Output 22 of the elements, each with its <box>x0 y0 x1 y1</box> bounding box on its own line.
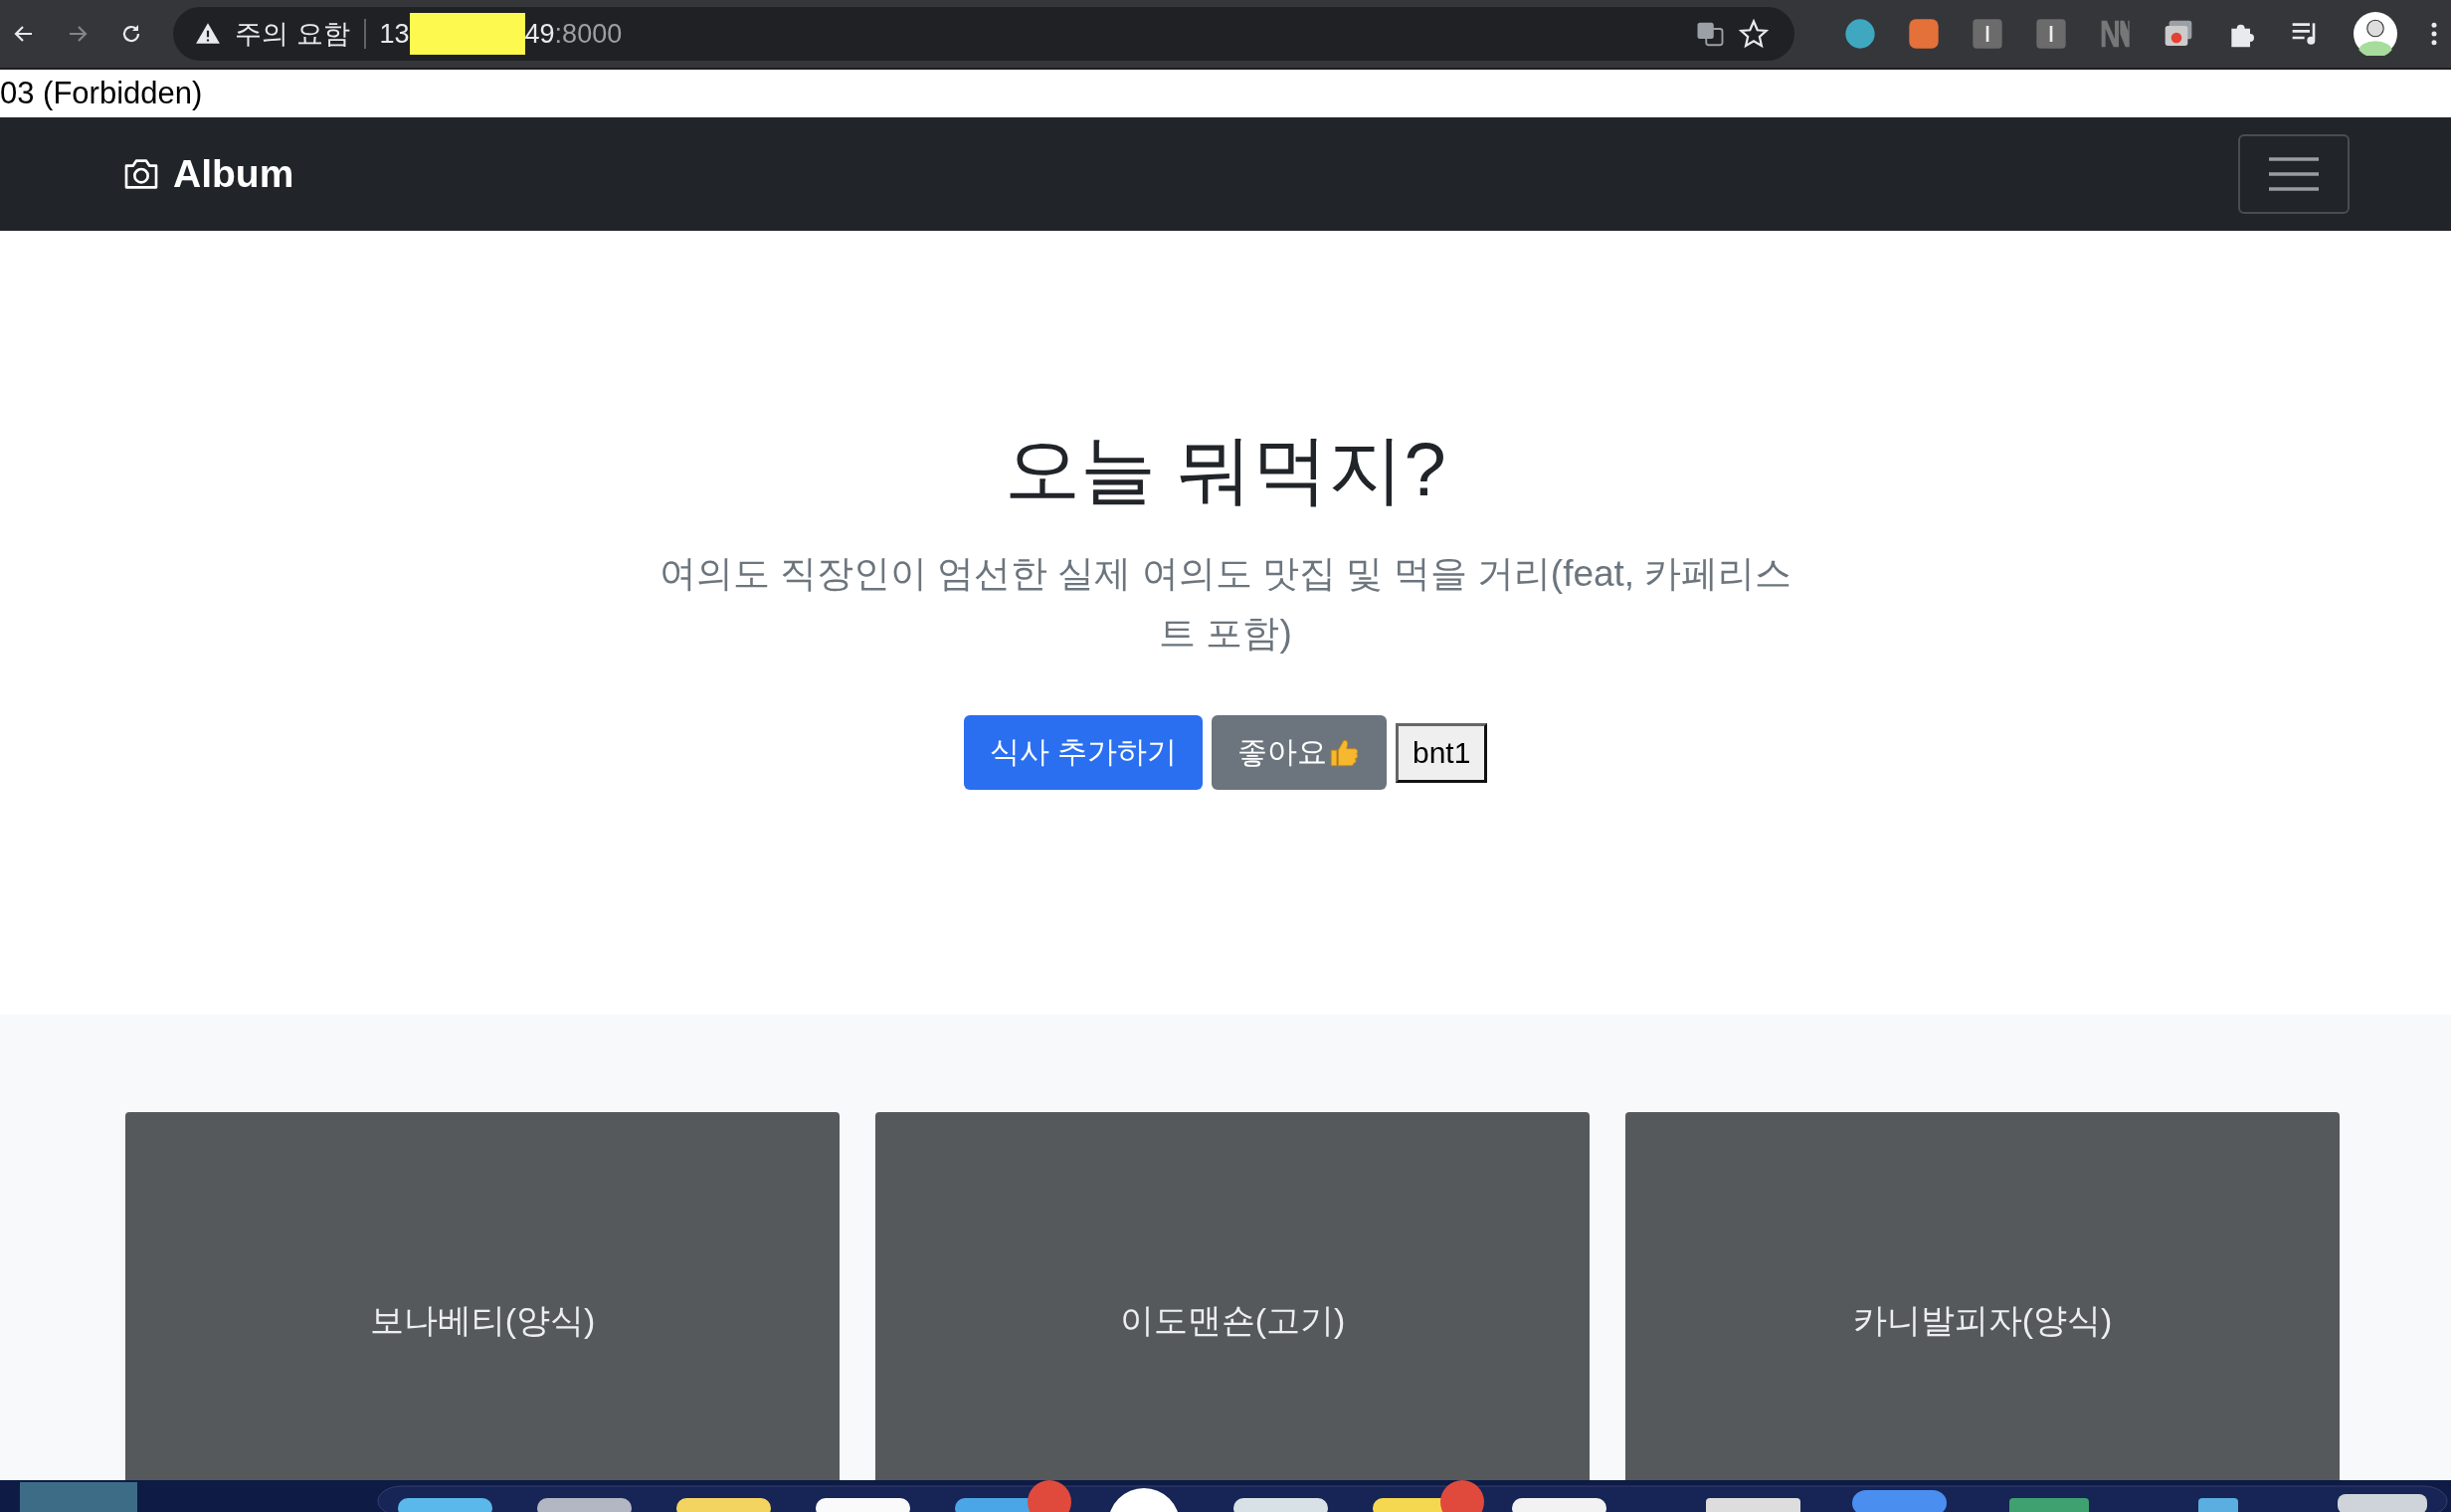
menu-icon <box>2269 154 2319 194</box>
action-button[interactable]: 식사 추가하기 <box>963 715 1203 790</box>
action-button[interactable]: bnt1 <box>1395 722 1488 783</box>
action-button[interactable]: 좋아요 <box>1211 715 1387 790</box>
warning-icon <box>195 21 221 47</box>
extension-icon[interactable] <box>1844 18 1876 50</box>
hero-title: 오늘 뭐먹지? <box>1005 426 1446 513</box>
brand-link[interactable]: Album <box>121 152 294 196</box>
address-bar[interactable]: 주의 요함 13 49:8000 <box>173 7 1794 61</box>
url-text: 49 <box>524 18 555 50</box>
hero-lead: 여의도 직장인이 엄선한 실제 여의도 맛집 및 먹을 거리(feat, 카페리스트 포함) <box>659 552 1792 656</box>
card-title: 보나베티(양식) <box>369 1300 596 1341</box>
security-label: 주의 요함 <box>235 18 350 51</box>
card-title: 이도맨숀(고기) <box>1119 1300 1346 1341</box>
card-title: 카니발피자(양식) <box>1852 1300 2113 1341</box>
extension-icon[interactable] <box>1972 18 2003 50</box>
star-icon[interactable] <box>1739 19 1769 49</box>
url-port: :8000 <box>554 18 623 50</box>
extension-icon[interactable] <box>2035 18 2067 50</box>
url-text: 13 <box>379 18 410 50</box>
avatar-icon[interactable] <box>2354 12 2397 56</box>
menu-button[interactable] <box>2238 134 2350 214</box>
